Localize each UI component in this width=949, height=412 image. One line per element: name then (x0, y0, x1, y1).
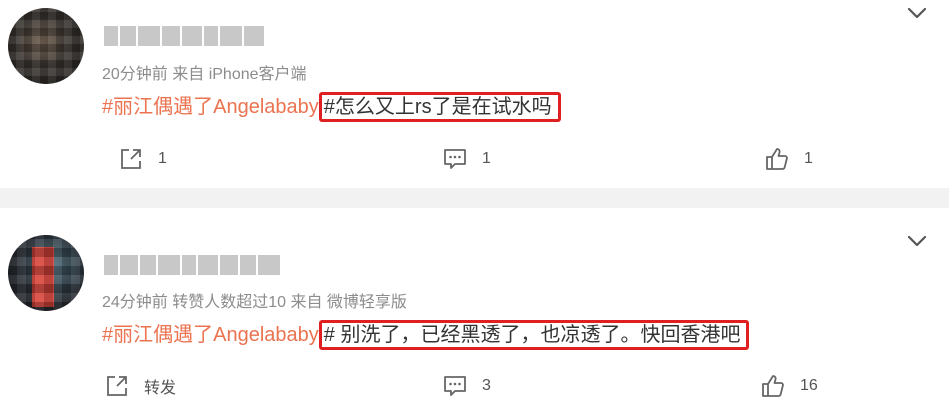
repost-count: 1 (158, 150, 167, 167)
repost-button[interactable]: 转发 (104, 373, 176, 399)
comment-icon (444, 149, 466, 169)
hashtag-link[interactable]: #丽江偶遇了Angelababy (102, 96, 319, 118)
highlighted-text: # 别洗了，已经黑透了，也凉透了。快回香港吧 (318, 320, 750, 350)
post-meta: 24分钟前 转赞人数超过10 来自 微博轻享版 (102, 294, 407, 311)
post-content: #丽江偶遇了Angelababy # 别洗了，已经黑透了，也凉透了。快回香港吧 (102, 318, 750, 350)
comment-button[interactable]: 3 (442, 373, 491, 399)
highlighted-text: #怎么又上rs了是在试水吗 (318, 92, 561, 122)
like-icon (762, 375, 784, 397)
hashtag-link[interactable]: #丽江偶遇了Angelababy (102, 324, 319, 346)
comment-icon (444, 376, 466, 396)
username-blurred[interactable] (104, 255, 280, 275)
comment-count: 1 (482, 150, 491, 167)
post-divider (0, 188, 949, 208)
chevron-down-icon[interactable] (907, 234, 927, 248)
repost-icon (121, 149, 141, 169)
like-count: 1 (804, 150, 813, 167)
post-content: #丽江偶遇了Angelababy #怎么又上rs了是在试水吗 (102, 90, 561, 122)
comment-count: 3 (482, 377, 491, 394)
like-button[interactable]: 1 (764, 146, 813, 172)
like-count: 16 (800, 377, 818, 394)
repost-label: 转发 (144, 380, 177, 397)
username-blurred[interactable] (104, 26, 264, 46)
like-button[interactable]: 16 (760, 373, 818, 399)
chevron-down-icon[interactable] (907, 6, 927, 20)
avatar[interactable] (8, 235, 84, 311)
repost-icon (107, 376, 127, 396)
repost-button[interactable]: 1 (118, 146, 167, 172)
avatar[interactable] (8, 8, 84, 84)
like-icon (766, 148, 788, 170)
post-card: 20分钟前 来自 iPhone客户端 #丽江偶遇了Angelababy #怎么又上… (0, 0, 949, 188)
comment-button[interactable]: 1 (442, 146, 491, 172)
post-meta: 20分钟前 来自 iPhone客户端 (102, 66, 307, 83)
